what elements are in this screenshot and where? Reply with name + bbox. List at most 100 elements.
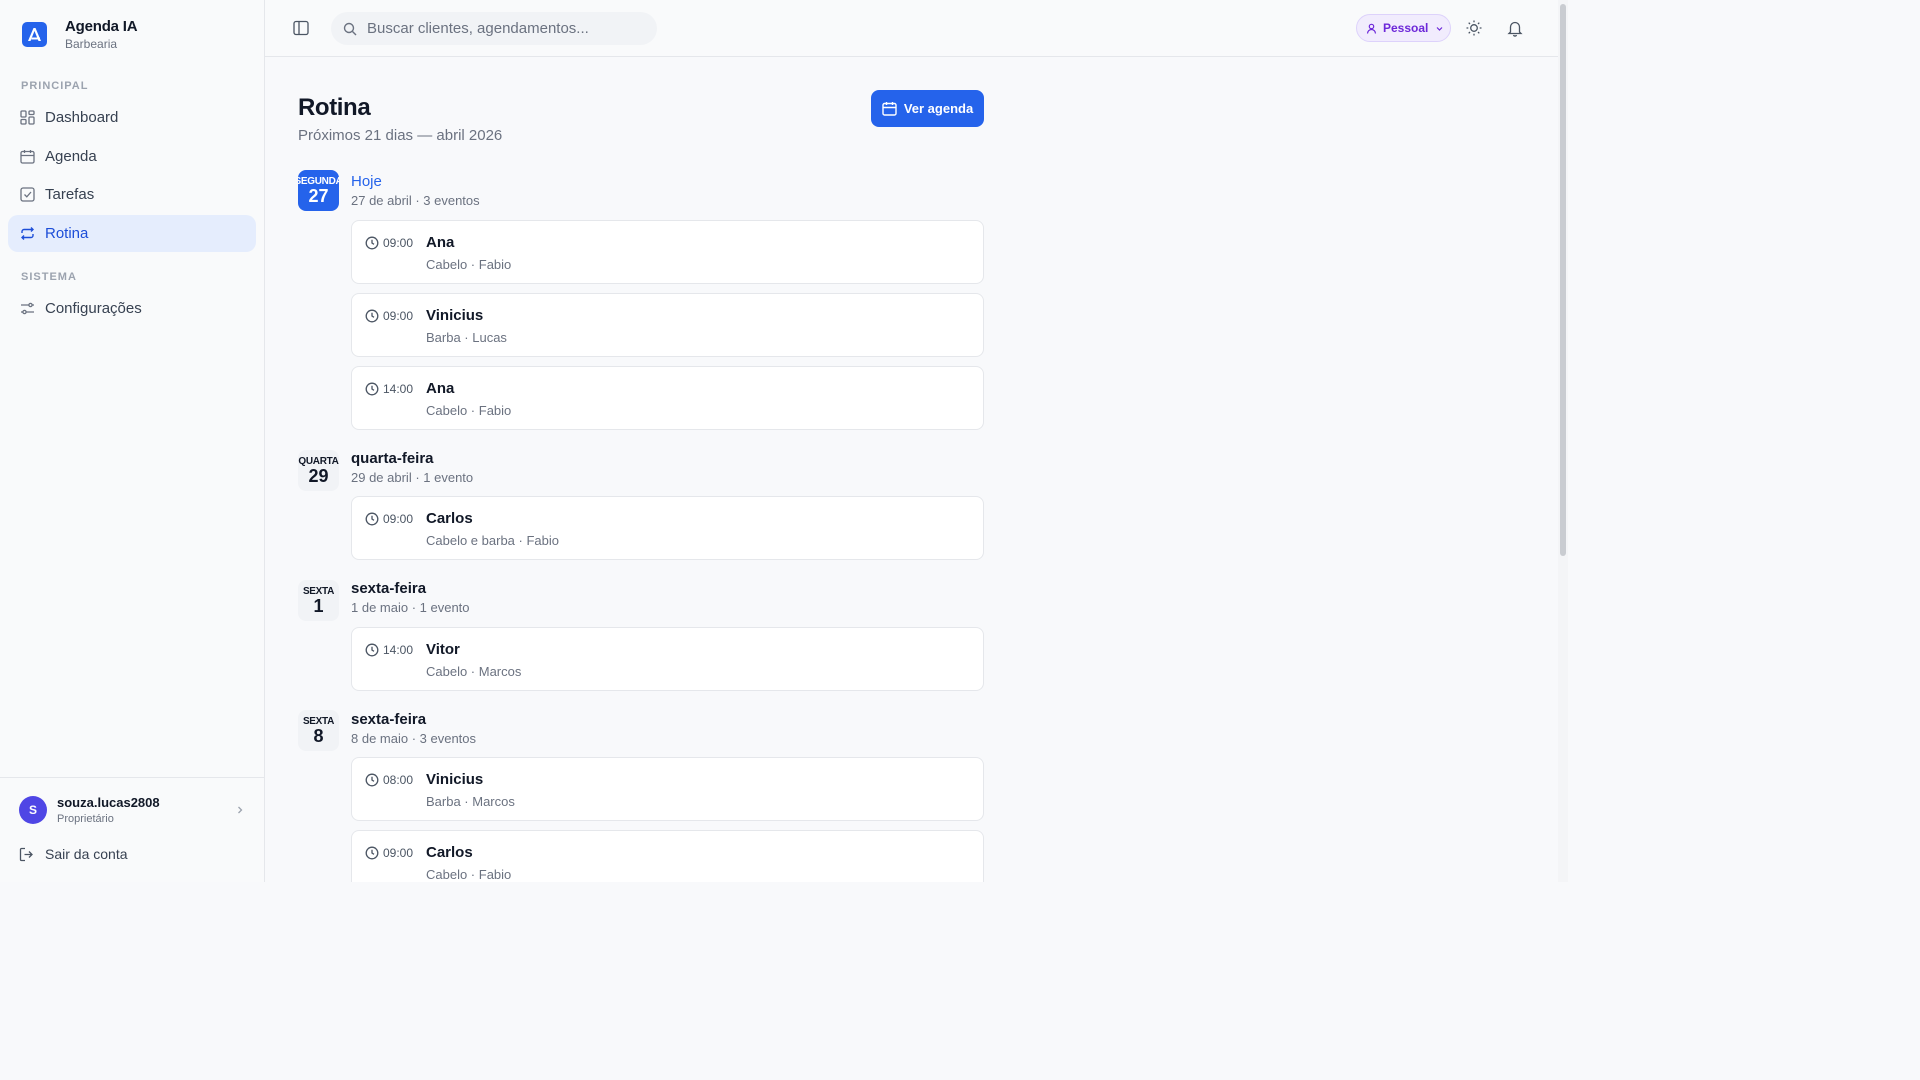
logout-icon [19, 847, 34, 862]
sidebar-item-dashboard[interactable]: Dashboard [8, 99, 256, 136]
event-time: 09:00 [383, 512, 414, 526]
user-icon [1366, 23, 1377, 34]
search-icon [343, 22, 357, 36]
clock-icon [365, 309, 379, 323]
user-name: souza.lucas2808 [57, 794, 160, 810]
day-meta: 1 de maio · 1 evento [351, 600, 470, 615]
day-title: quarta-feira [351, 450, 434, 467]
sun-icon[interactable] [1465, 19, 1483, 37]
clock-icon [365, 512, 379, 526]
brand[interactable]: Agenda IA Barbearia [22, 18, 138, 51]
sidebar-item-agenda[interactable]: Agenda [8, 138, 256, 175]
event-time: 09:00 [383, 309, 414, 323]
view-agenda-button[interactable]: Ver agenda [871, 90, 984, 127]
event-card[interactable]: 09:00 Carlos Cabelo · Fabio [351, 830, 984, 882]
search-input[interactable] [367, 20, 637, 37]
sidebar-item-rotina[interactable]: Rotina [8, 215, 256, 252]
logout-label: Sair da conta [45, 846, 128, 862]
event-client: Vinicius [426, 307, 484, 324]
event-client: Ana [426, 380, 455, 397]
sidebar-item-label: Agenda [45, 148, 97, 165]
event-detail: Cabelo e barba · Fabio [426, 533, 559, 548]
day-badge-weekday: QUARTA [298, 455, 339, 467]
event-client: Ana [426, 234, 455, 251]
day-meta: 27 de abril · 3 eventos [351, 193, 480, 208]
search-bar[interactable] [331, 12, 657, 45]
event-client: Carlos [426, 510, 473, 527]
day-meta: 29 de abril · 1 evento [351, 470, 474, 485]
day-badge-number: 1 [313, 595, 324, 616]
clock-icon [365, 236, 379, 250]
sidebar-item-label: Tarefas [45, 186, 95, 203]
sidebar: Agenda IA Barbearia PRINCIPAL Dashboard … [0, 0, 265, 882]
event-card[interactable]: 09:00 Ana Cabelo · Fabio [351, 220, 984, 284]
day-badge: QUARTA 29 [298, 450, 339, 491]
event-time: 14:00 [383, 382, 414, 396]
day-badge: SEXTA 1 [298, 580, 339, 621]
sidebar-toggle-icon[interactable] [293, 20, 309, 41]
profile-switcher-label: Pessoal [1383, 21, 1429, 35]
clock-icon [365, 846, 379, 860]
logout-button[interactable]: Sair da conta [19, 846, 128, 862]
event-time: 14:00 [383, 643, 414, 657]
event-client: Vitor [426, 641, 460, 658]
day-badge-weekday: SEXTA [302, 715, 335, 727]
event-detail: Cabelo · Fabio [426, 403, 512, 418]
sidebar-item-tarefas[interactable]: Tarefas [8, 176, 256, 213]
brand-subtitle: Barbearia [65, 37, 118, 51]
event-client: Carlos [426, 844, 473, 861]
repeat-icon [20, 226, 35, 241]
event-time: 08:00 [383, 773, 414, 787]
page-subtitle: Próximos 21 dias — abril 2026 [298, 127, 503, 144]
day-title: Hoje [351, 173, 382, 190]
grid-icon [20, 110, 35, 125]
day-badge-weekday: SEGUNDA [298, 175, 339, 187]
chevron-right-icon [236, 802, 244, 820]
event-card[interactable]: 14:00 Ana Cabelo · Fabio [351, 366, 984, 430]
day-badge: SEXTA 8 [298, 710, 339, 751]
bell-icon[interactable] [1506, 19, 1524, 37]
day-title: sexta-feira [351, 580, 427, 597]
day-title: sexta-feira [351, 711, 427, 728]
event-detail: Barba · Marcos [426, 794, 515, 809]
app-logo-icon [22, 22, 47, 47]
clock-icon [365, 773, 379, 787]
clock-icon [365, 382, 379, 396]
sidebar-item-label: Configurações [45, 300, 142, 317]
day-badge-number: 8 [313, 725, 324, 746]
day-badge-number: 27 [308, 185, 329, 206]
sliders-icon [20, 301, 35, 316]
event-card[interactable]: 09:00 Vinicius Barba · Lucas [351, 293, 984, 357]
event-detail: Barba · Lucas [426, 330, 507, 345]
day-meta: 8 de maio · 3 eventos [351, 731, 477, 746]
clock-icon [365, 643, 379, 657]
sidebar-item-label: Dashboard [45, 109, 119, 126]
profile-switcher[interactable]: Pessoal [1356, 14, 1451, 42]
day-badge-number: 29 [308, 465, 329, 486]
scrollbar-thumb[interactable] [1560, 4, 1566, 556]
page-title: Rotina [298, 94, 371, 121]
topbar: Pessoal [265, 0, 1558, 57]
event-card[interactable]: 14:00 Vitor Cabelo · Marcos [351, 627, 984, 691]
event-card[interactable]: 08:00 Vinicius Barba · Marcos [351, 757, 984, 821]
day-badge-weekday: SEXTA [302, 585, 335, 597]
event-detail: Cabelo · Marcos [426, 664, 522, 679]
brand-name: Agenda IA [65, 18, 138, 35]
avatar: S [19, 795, 47, 824]
section-label-sistema: SISTEMA [21, 271, 77, 283]
event-card[interactable]: 09:00 Carlos Cabelo e barba · Fabio [351, 496, 984, 560]
calendar-icon [20, 149, 35, 164]
event-time: 09:00 [383, 846, 414, 860]
event-time: 09:00 [383, 236, 414, 250]
sidebar-item-label: Rotina [45, 225, 89, 242]
view-agenda-label: Ver agenda [903, 101, 974, 116]
chevron-down-icon [1435, 24, 1444, 33]
section-label-principal: PRINCIPAL [21, 80, 89, 92]
event-client: Vinicius [426, 771, 484, 788]
calendar-icon [882, 101, 897, 116]
sidebar-item-configuracoes[interactable]: Configurações [8, 290, 256, 327]
checkbox-icon [20, 187, 35, 202]
event-detail: Cabelo · Fabio [426, 867, 512, 882]
user-menu[interactable]: S souza.lucas2808 Proprietário [0, 777, 264, 841]
day-badge: SEGUNDA 27 [298, 170, 339, 211]
